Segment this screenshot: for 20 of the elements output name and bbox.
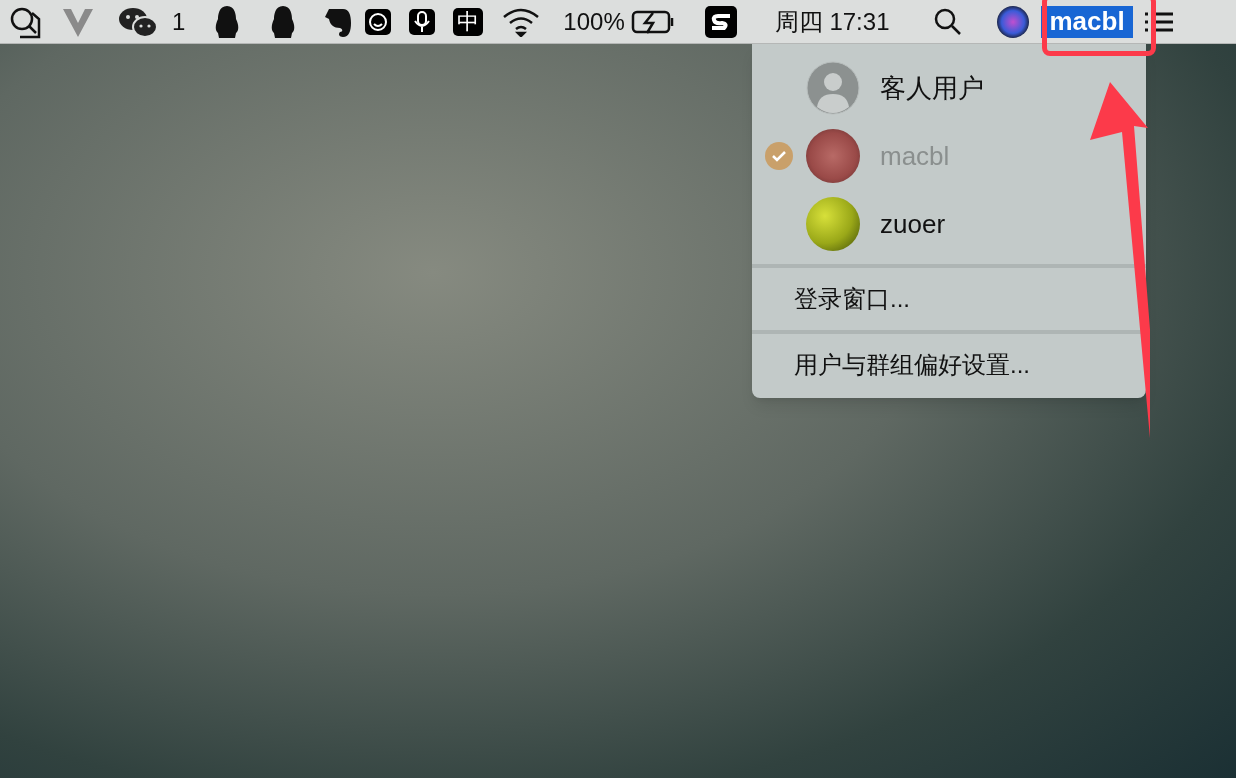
microphone-icon[interactable]: [409, 8, 436, 35]
battery-percentage: 100%: [563, 6, 625, 37]
v-logo-icon[interactable]: [62, 6, 94, 37]
person-silhouette-avatar: [806, 61, 860, 115]
chat-unread-count: 1: [172, 6, 186, 37]
s-app-icon[interactable]: [704, 5, 737, 38]
wink-face-icon[interactable]: [365, 8, 392, 35]
user-menu-title[interactable]: macbl: [1041, 5, 1133, 38]
user-name: macbl: [880, 139, 950, 173]
menu-item[interactable]: 登录窗口...: [794, 274, 910, 324]
clock[interactable]: 周四 17:31: [774, 3, 890, 40]
user-menu-item[interactable]: 客人用户: [752, 54, 992, 122]
input-method-indicator[interactable]: 中: [453, 7, 484, 36]
menu-item[interactable]: 用户与群组偏好设置...: [794, 340, 1030, 390]
user-name: 客人用户: [880, 71, 984, 105]
user-menu-item[interactable]: zuoer: [752, 190, 954, 258]
user-name: zuoer: [880, 207, 946, 241]
rose-photo-avatar: [806, 129, 860, 183]
chat-bubbles-icon[interactable]: [118, 5, 158, 38]
tennis-ball-avatar: [806, 197, 860, 251]
